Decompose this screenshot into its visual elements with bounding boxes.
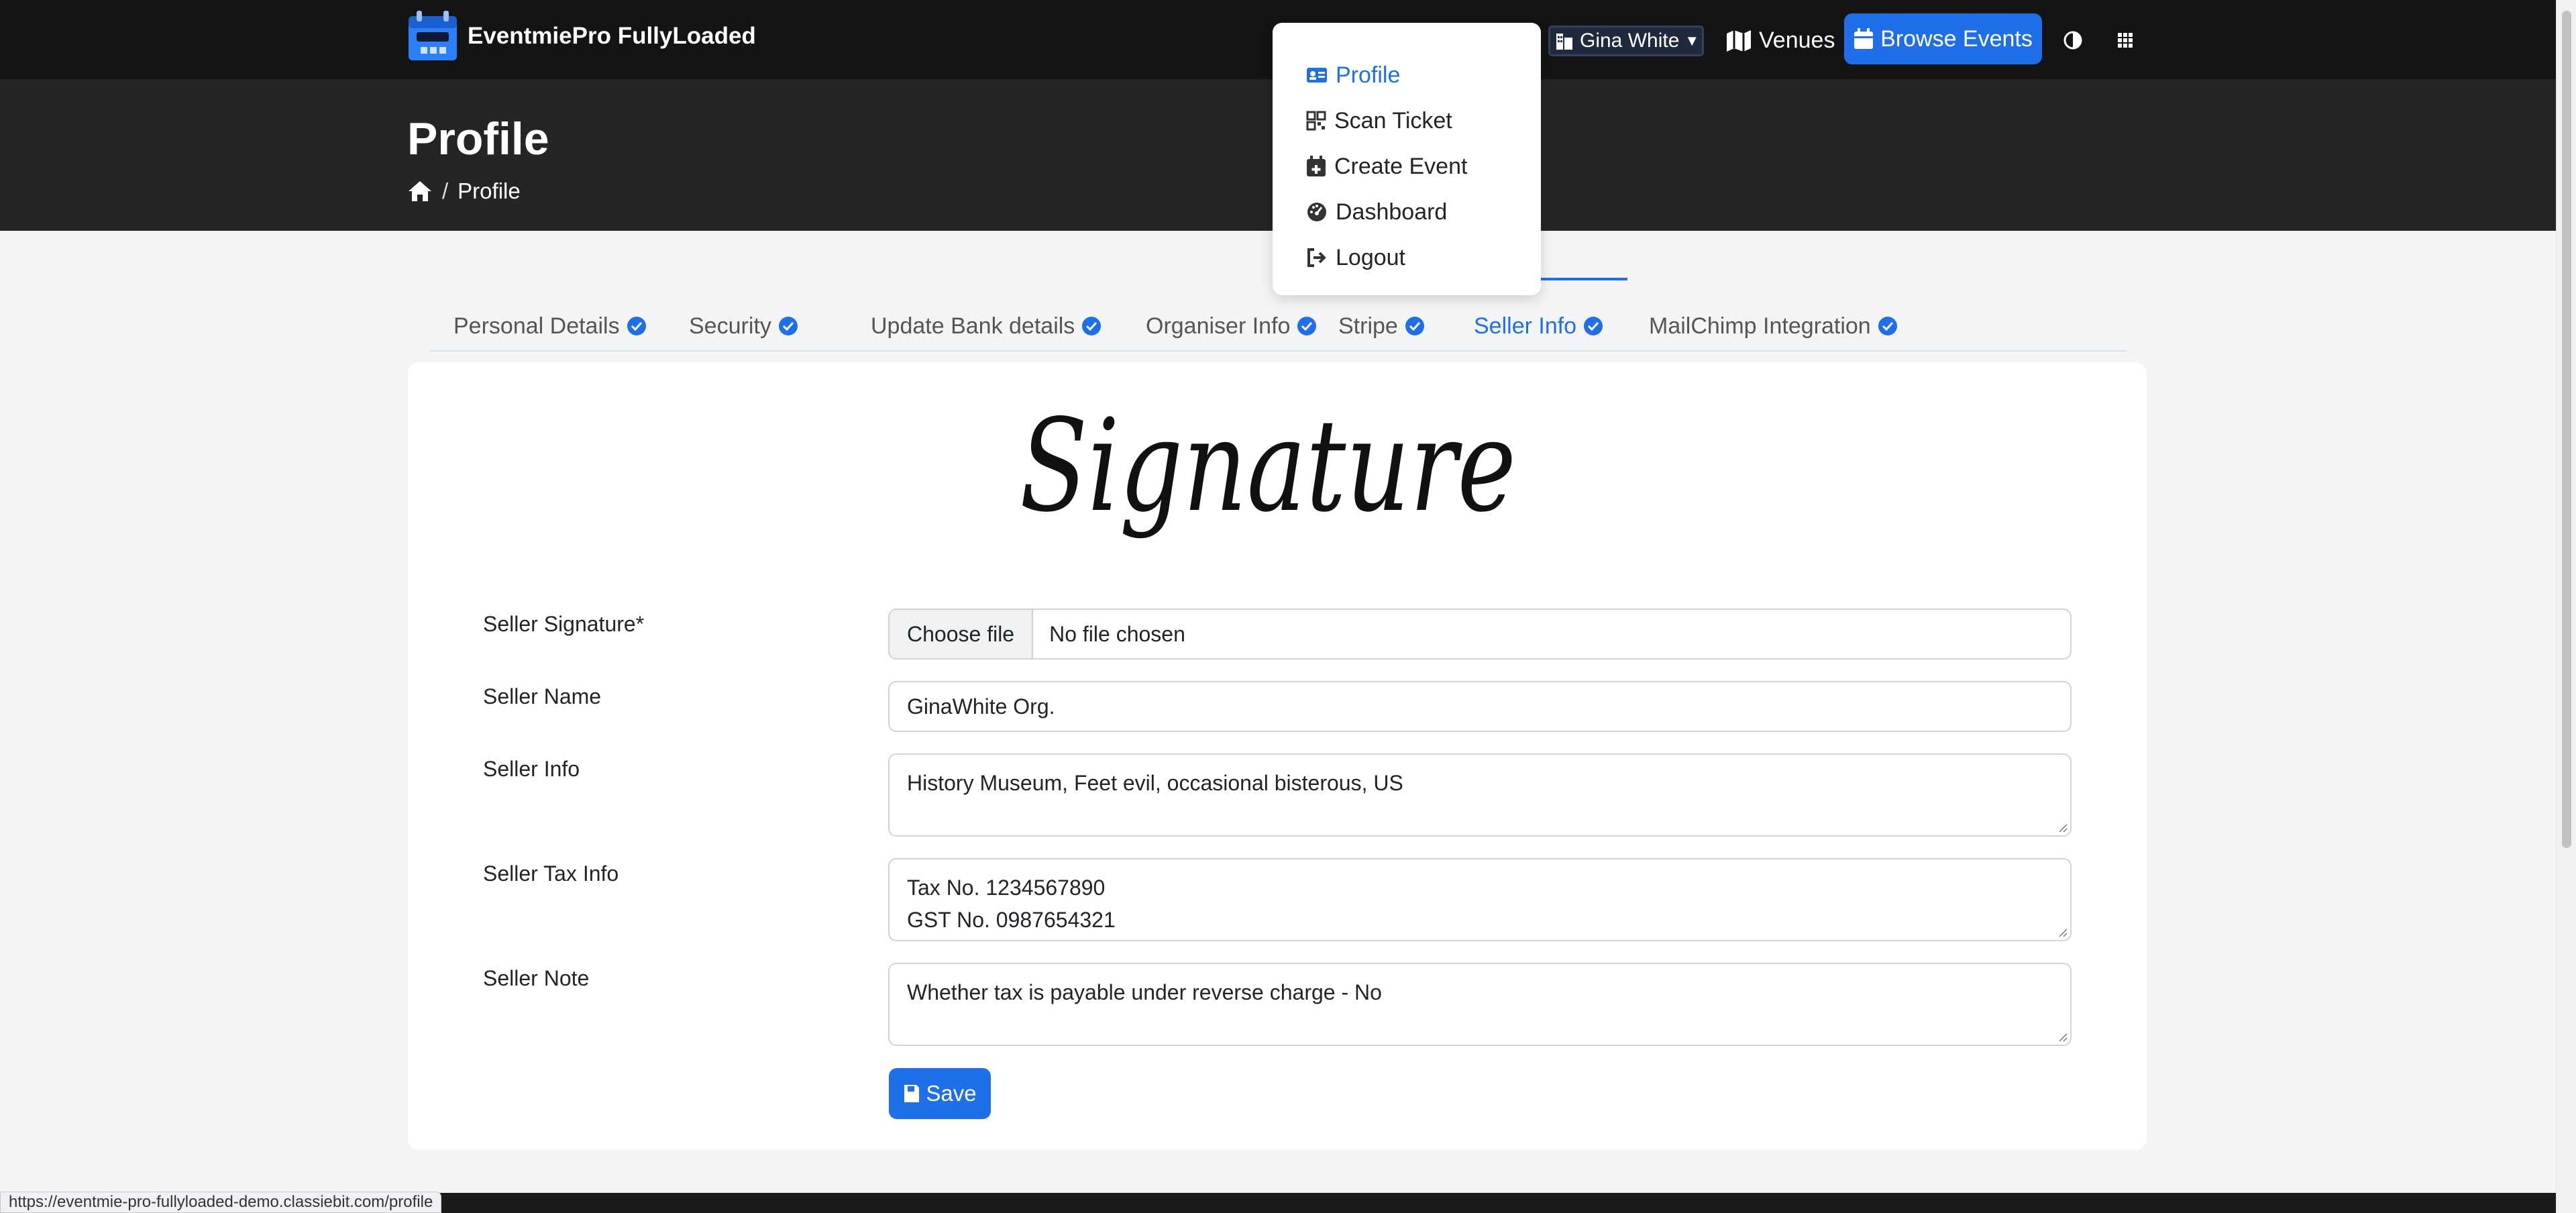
seller-signature-file-input[interactable]: Choose file No file chosen	[888, 609, 2072, 660]
apps-menu-button[interactable]	[2112, 27, 2139, 54]
seller-tax-line: GST No. 0987654321	[907, 908, 1116, 932]
page-title: Profile	[407, 113, 549, 164]
tab-organiser-info[interactable]: Organiser Info	[1122, 301, 1341, 352]
tab-update-bank-details[interactable]: Update Bank details	[847, 301, 1126, 352]
seller-tax-line: Tax No. 1234567890	[907, 876, 1106, 900]
tab-mailchimp-integration[interactable]: MailChimp Integration	[1625, 301, 1922, 352]
menu-item-label: Scan Ticket	[1334, 107, 1452, 134]
floppy-icon	[904, 1085, 920, 1102]
tab-label: Personal Details	[453, 313, 620, 339]
gauge-icon	[1307, 203, 1326, 221]
browse-events-button[interactable]: Browse Events	[1844, 13, 2042, 64]
seller-tax-info-textarea[interactable]: Tax No. 1234567890 GST No. 0987654321	[888, 858, 2072, 941]
tab-label: Stripe	[1338, 313, 1398, 339]
id-card-icon	[1307, 68, 1327, 83]
theme-toggle-button[interactable]	[2059, 27, 2086, 54]
tab-security[interactable]: Security	[665, 301, 822, 352]
tab-personal-details[interactable]: Personal Details	[429, 301, 671, 352]
menu-item-label: Logout	[1336, 244, 1405, 270]
breadcrumb-separator: /	[442, 178, 449, 203]
menu-item-label: Profile	[1336, 62, 1401, 88]
choose-file-button[interactable]: Choose file	[890, 610, 1034, 658]
contrast-icon	[2063, 31, 2082, 50]
calendar-logo-icon	[409, 11, 457, 60]
nav-venues-label: Venues	[1759, 27, 1835, 53]
calendar-icon	[1854, 28, 1874, 49]
seller-note-value: Whether tax is payable under reverse cha…	[907, 980, 1382, 1004]
browse-events-label: Browse Events	[1880, 25, 2033, 52]
signature-preview: Signature	[1020, 389, 1529, 577]
check-badge-icon	[778, 317, 798, 335]
resize-grip-icon[interactable]	[2057, 927, 2068, 937]
user-name: Gina White	[1580, 30, 1680, 52]
grid-icon	[2118, 33, 2133, 48]
organiser-icon	[1556, 34, 1572, 50]
user-dropdown-menu: Profile Scan Ticket Create Event Dashboa…	[1273, 23, 1541, 295]
seller-signature-label: Seller Signature*	[483, 612, 645, 636]
resize-grip-icon[interactable]	[2057, 1031, 2068, 1042]
seller-name-label: Seller Name	[483, 684, 602, 708]
seller-note-label: Seller Note	[483, 966, 590, 990]
resize-grip-icon[interactable]	[2057, 822, 2068, 833]
check-badge-icon	[1878, 317, 1897, 335]
calendar-plus-icon	[1307, 156, 1326, 176]
seller-info-label: Seller Info	[483, 757, 580, 781]
seller-tax-info-label: Seller Tax Info	[483, 861, 619, 886]
scrollbar-thumb[interactable]	[2562, 11, 2571, 848]
brand-name: EventmiePro FullyLoaded	[468, 23, 756, 49]
check-badge-icon	[627, 317, 646, 335]
tab-label: Update Bank details	[871, 313, 1075, 339]
menu-item-create-event[interactable]: Create Event	[1273, 144, 1541, 189]
caret-down-icon: ▼	[1684, 32, 1700, 49]
brand[interactable]: EventmiePro FullyLoaded	[407, 9, 756, 63]
seller-note-textarea[interactable]: Whether tax is payable under reverse cha…	[888, 963, 2072, 1046]
signature-text: Signature	[1020, 392, 1516, 540]
tab-label: Security	[689, 313, 771, 339]
save-button[interactable]: Save	[889, 1068, 991, 1119]
menu-item-profile[interactable]: Profile	[1273, 52, 1541, 98]
check-badge-icon	[1082, 317, 1102, 335]
check-badge-icon	[1405, 317, 1424, 335]
tab-label: MailChimp Integration	[1649, 313, 1871, 339]
menu-item-label: Dashboard	[1336, 199, 1448, 225]
signature-image: Signature	[1020, 392, 1516, 540]
menu-item-dashboard[interactable]: Dashboard	[1273, 189, 1541, 235]
home-icon[interactable]	[407, 180, 433, 203]
seller-name-value: GinaWhite Org.	[907, 694, 1055, 719]
save-label: Save	[926, 1081, 977, 1106]
breadcrumb-current: Profile	[458, 178, 521, 203]
seller-info-textarea[interactable]: History Museum, Feet evil, occasional bi…	[888, 753, 2072, 837]
breadcrumb: / Profile	[407, 178, 521, 204]
file-status: No file chosen	[1049, 621, 1185, 646]
seller-info-value: History Museum, Feet evil, occasional bi…	[907, 771, 1403, 795]
check-badge-icon	[1584, 317, 1603, 335]
page-scrollbar[interactable]	[2556, 0, 2576, 1213]
logout-icon	[1307, 248, 1326, 267]
tab-stripe[interactable]: Stripe	[1314, 301, 1449, 352]
user-menu-toggle[interactable]: Gina White ▼	[1548, 25, 1704, 56]
tab-label: Organiser Info	[1146, 313, 1291, 339]
map-icon	[1727, 30, 1751, 52]
menu-item-logout[interactable]: Logout	[1273, 235, 1541, 280]
status-bar-url: https://eventmie-pro-fullyloaded-demo.cl…	[0, 1192, 442, 1213]
nav-venues[interactable]: Venues	[1725, 24, 1835, 56]
seller-name-input[interactable]: GinaWhite Org.	[888, 681, 2072, 732]
menu-item-scan-ticket[interactable]: Scan Ticket	[1273, 98, 1541, 144]
qrcode-icon	[1306, 111, 1326, 131]
menu-item-label: Create Event	[1334, 153, 1468, 179]
tab-seller-info[interactable]: Seller Info	[1450, 278, 1628, 352]
tab-label: Seller Info	[1474, 313, 1577, 339]
